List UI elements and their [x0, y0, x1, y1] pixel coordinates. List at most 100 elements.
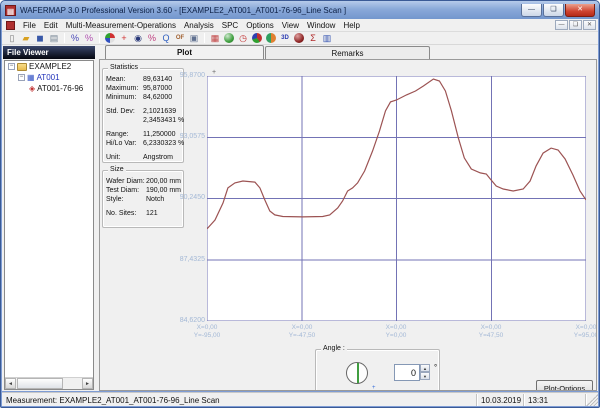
style-label: Style:	[106, 196, 124, 203]
unit-label: Unit:	[106, 154, 121, 161]
percent-wafer-icon[interactable]: %	[145, 32, 159, 44]
file-viewer-header: File Viewer	[3, 46, 95, 59]
file-tree: − EXAMPLE2 − ▦ AT001 ◈ AT001-76-96 ◄ ►	[4, 60, 94, 390]
save-icon[interactable]: ◼	[33, 32, 47, 44]
tree-item-label[interactable]: AT001-76-96	[37, 84, 83, 93]
status-date: 10.03.2019	[477, 393, 524, 406]
mdi-restore-button[interactable]: ❏	[569, 20, 582, 30]
mdi-document-icon[interactable]	[6, 20, 15, 30]
histogram-icon[interactable]: ▥	[320, 32, 334, 44]
close-button[interactable]: ✕	[565, 3, 595, 17]
scroll-left-icon[interactable]: ◄	[5, 378, 16, 389]
unit-value: Angstrom	[143, 154, 173, 161]
collapse-icon[interactable]: −	[8, 63, 15, 70]
y-tick-label: 90,2450	[179, 194, 205, 201]
minimum-label: Minimum:	[106, 94, 137, 101]
hilo-var-value: 6,2330323 %	[143, 140, 185, 147]
wafer-diam-label: Wafer Diam:	[106, 178, 145, 185]
mdi-minimize-button[interactable]: —	[555, 20, 568, 30]
tree-item-at001-76-96[interactable]: ◈ AT001-76-96	[5, 83, 93, 94]
tree-horizontal-scrollbar[interactable]: ◄ ►	[5, 377, 93, 389]
app-logo-icon: ▦	[5, 4, 16, 16]
wafer-compare-icon[interactable]: %	[68, 32, 82, 44]
sigma-icon[interactable]: Σ	[306, 32, 320, 44]
minimize-button[interactable]: —	[521, 3, 542, 17]
polar-plot-icon[interactable]: ◷	[236, 32, 250, 44]
notch-marker-icon: +	[372, 385, 376, 391]
minimum-value: 84,62000	[143, 94, 173, 101]
menu-spc[interactable]: SPC	[218, 20, 242, 31]
status-measurement: Measurement: EXAMPLE2_AT001_AT001-76-96_…	[2, 393, 477, 406]
y-tick-label: 95,8700	[179, 72, 205, 79]
new-file-icon[interactable]: ▯	[5, 32, 19, 44]
open-folder-icon[interactable]: ▰	[19, 32, 33, 44]
collapse-icon[interactable]: −	[18, 74, 25, 81]
status-bar: Measurement: EXAMPLE2_AT001_AT001-76-96_…	[2, 392, 598, 406]
menu-analysis[interactable]: Analysis	[180, 20, 218, 31]
angle-groupbox: Angle : + 0 ▲ ▼ °	[315, 345, 440, 391]
spin-down-icon[interactable]: ▼	[420, 372, 430, 380]
menu-help[interactable]: Help	[339, 20, 363, 31]
tab-bar: Plot Remarks	[99, 45, 597, 59]
pie-chart-icon[interactable]	[250, 32, 264, 44]
spc-chart-icon[interactable]: ▦	[208, 32, 222, 44]
distribution-icon[interactable]	[264, 32, 278, 44]
toolbar-separator	[204, 33, 205, 43]
x-tick-label: X=0,00 Y=95,00	[573, 324, 597, 339]
size-legend: Size	[108, 166, 126, 173]
sites-label: No. Sites:	[106, 210, 137, 217]
tree-item-at001[interactable]: − ▦ AT001	[5, 72, 93, 83]
angle-input[interactable]: 0	[394, 364, 420, 381]
menu-bar: File Edit Multi-Measurement-Operations A…	[2, 19, 598, 32]
wafer-orientation-icon	[346, 362, 368, 384]
resize-grip[interactable]	[586, 393, 598, 406]
angle-legend: Angle :	[321, 345, 347, 352]
spin-up-icon[interactable]: ▲	[420, 364, 430, 372]
plot-svg	[207, 76, 586, 321]
target-icon[interactable]: ◉	[131, 32, 145, 44]
menu-edit[interactable]: Edit	[40, 20, 62, 31]
menu-multi-measurement-operations[interactable]: Multi-Measurement-Operations	[62, 20, 180, 31]
client-area: File Viewer − EXAMPLE2 − ▦ AT001 ◈ AT001…	[2, 45, 598, 391]
menu-file[interactable]: File	[19, 20, 40, 31]
menu-view[interactable]: View	[278, 20, 303, 31]
title-bar[interactable]: ▦ WAFERMAP 3.0 Professional Version 3.60…	[1, 1, 599, 19]
file-viewer-panel: File Viewer − EXAMPLE2 − ▦ AT001 ◈ AT001…	[3, 46, 95, 391]
tree-item-example2[interactable]: − EXAMPLE2	[5, 61, 93, 72]
menu-window[interactable]: Window	[303, 20, 339, 31]
tree-item-label[interactable]: EXAMPLE2	[29, 62, 71, 71]
mdi-close-button[interactable]: ✕	[583, 20, 596, 30]
menu-options[interactable]: Options	[242, 20, 278, 31]
x-tick-label: X=0,00 Y=47,50	[478, 324, 504, 339]
tab-remarks[interactable]: Remarks	[265, 46, 430, 59]
wafer-stat-icon[interactable]: %	[82, 32, 96, 44]
window-title: WAFERMAP 3.0 Professional Version 3.60 -…	[20, 5, 347, 15]
x-tick-label: X=0,00 Y=0,00	[385, 324, 407, 339]
plot-options-button[interactable]: Plot-Options	[536, 380, 593, 390]
sphere-plot-icon[interactable]	[292, 32, 306, 44]
navigate-icon[interactable]	[103, 32, 117, 44]
print-icon[interactable]: ▤	[47, 32, 61, 44]
hilo-var-label: Hi/Lo Var:	[106, 140, 137, 147]
3d-plot-icon[interactable]: 3D	[278, 32, 292, 44]
copy-icon[interactable]: ▣	[187, 32, 201, 44]
main-panel: Plot Remarks Statistics Mean: 89,63140 Ma…	[99, 45, 597, 391]
crosshair-icon[interactable]: +	[117, 32, 131, 44]
y-tick-label: 93,0575	[179, 133, 205, 140]
plot-corner-marker: +	[212, 69, 217, 76]
y-tick-label: 87,4325	[179, 256, 205, 263]
x-tick-label: X=0,00 Y=-95,00	[193, 324, 221, 339]
scrollbar-thumb[interactable]	[17, 378, 63, 389]
maximum-label: Maximum:	[106, 85, 139, 92]
tree-item-label[interactable]: AT001	[37, 73, 60, 82]
zoom-icon[interactable]: Q	[159, 32, 173, 44]
plot-tab-content: Statistics Mean: 89,63140 Maximum: 95,8700…	[99, 59, 597, 391]
test-diam-label: Test Diam:	[106, 187, 140, 194]
wafer-map-icon[interactable]	[222, 32, 236, 44]
status-time: 13:31	[524, 393, 586, 406]
tab-plot[interactable]: Plot	[105, 45, 264, 59]
scroll-right-icon[interactable]: ►	[82, 378, 93, 389]
toolbar: ▯ ▰ ◼ ▤%% + ◉% Q OF ▣ ▦ ◷ 3D Σ ▥	[2, 32, 598, 45]
offset-icon[interactable]: OF	[173, 32, 187, 44]
maximize-button[interactable]: ❏	[543, 3, 564, 17]
